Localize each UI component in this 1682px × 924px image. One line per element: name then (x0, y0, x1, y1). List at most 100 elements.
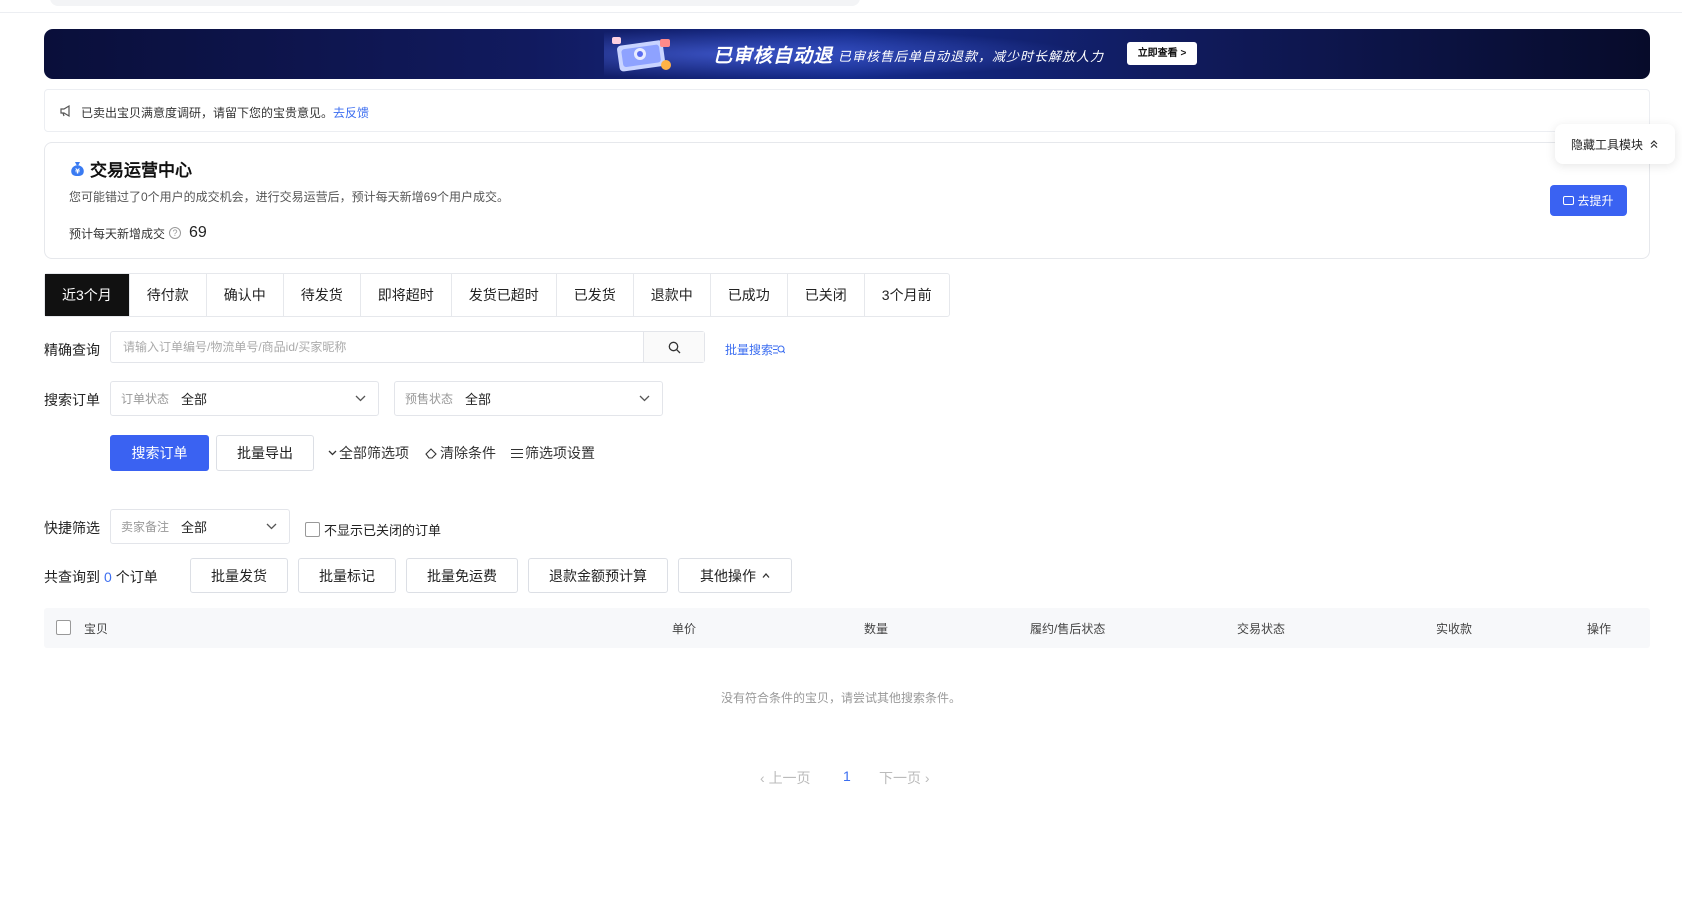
banner-cta-button[interactable]: 立即查看 > (1127, 42, 1197, 65)
hide-tool-label: 隐藏工具模块 (1570, 137, 1643, 152)
hide-tool-module-button[interactable]: 隐藏工具模块 (1555, 124, 1675, 164)
empty-state-message: 没有符合条件的宝贝，请尝试其他搜索条件。 (720, 691, 961, 705)
next-page-button[interactable]: 下一页 › (879, 768, 930, 788)
improve-button-label: 去提升 (1577, 194, 1614, 208)
order-tabs: 近3个月 待付款 确认中 待发货 即将超时 发货已超时 已发货 退款中 已成功 … (44, 273, 950, 317)
menu-lines-icon (511, 448, 523, 458)
col-received-amount: 实收款 (1436, 622, 1473, 636)
next-page-label: 下一页 (879, 770, 921, 786)
eraser-icon (425, 448, 437, 459)
seller-note-select[interactable]: 卖家备注 全部 (110, 509, 290, 544)
order-status-key: 订单状态 (121, 392, 170, 406)
top-bar (0, 0, 1682, 13)
banner-title: 已审核自动退 (713, 46, 834, 67)
bulk-mark-button[interactable]: 批量标记 (298, 558, 396, 593)
tab-refunding[interactable]: 退款中 (634, 274, 711, 316)
col-unit-price: 单价 (672, 622, 697, 636)
notice-text: 已卖出宝贝满意度调研，请留下您的宝贵意见。去反馈 (81, 104, 369, 121)
page-number[interactable]: 1 (843, 768, 851, 784)
result-count: 0 (104, 569, 112, 585)
tab-pending-shipment[interactable]: 待发货 (284, 274, 361, 316)
tab-shipped[interactable]: 已发货 (557, 274, 634, 316)
tab-shipment-overdue[interactable]: 发货已超时 (452, 274, 557, 316)
survey-notice: 已卖出宝贝满意度调研，请留下您的宝贵意见。去反馈 (44, 89, 1650, 132)
result-summary: 共查询到 0 个订单 (44, 567, 158, 587)
all-filters-toggle[interactable]: 全部筛选项 (328, 443, 409, 463)
tab-recent-3-months[interactable]: 近3个月 (45, 274, 130, 316)
bulk-export-button[interactable]: 批量导出 (216, 435, 314, 471)
col-fulfillment-status: 履约/售后状态 (1030, 622, 1106, 636)
tab-about-to-timeout[interactable]: 即将超时 (361, 274, 452, 316)
precise-query-label: 精确查询 (44, 342, 100, 358)
col-actions: 操作 (1587, 622, 1612, 636)
result-prefix: 共查询到 (44, 569, 100, 585)
chevron-down-icon (355, 395, 366, 402)
prev-page-label: 上一页 (768, 770, 811, 786)
tab-older-than-3-months[interactable]: 3个月前 (865, 274, 949, 316)
tab-pending-payment[interactable]: 待付款 (130, 274, 207, 316)
search-orders-button[interactable]: 搜索订单 (110, 435, 209, 471)
chevron-down-icon (639, 395, 650, 402)
ops-center-desc: 您可能错过了0个用户的成交机会，进行交易运营后，预计每天新增69个用户成交。 (69, 190, 510, 204)
metric-label: 预计每天新增成交 (69, 226, 166, 241)
chevron-down-icon (266, 523, 277, 530)
clear-conditions-label: 清除条件 (440, 445, 496, 461)
other-operations-button[interactable]: 其他操作 (678, 558, 792, 593)
ops-center-title: ¥ 交易运营中心 (69, 156, 192, 181)
tab-closed[interactable]: 已关闭 (788, 274, 865, 316)
col-item: 宝贝 (84, 622, 109, 636)
quick-filter-label: 快捷筛选 (44, 520, 100, 536)
precise-search-input[interactable] (111, 332, 643, 362)
help-icon[interactable]: ? (169, 227, 182, 239)
batch-search-link[interactable]: 批量搜索 (725, 341, 786, 358)
svg-text:¥: ¥ (75, 168, 80, 176)
ops-center-metric: 预计每天新增成交 ? 69 (69, 224, 207, 242)
promo-banner[interactable]: 已审核自动退 已审核售后单自动退款，减少时长解放人力 立即查看 > (44, 29, 1650, 79)
presale-status-select[interactable]: 预售状态 全部 (394, 381, 663, 416)
result-suffix: 个订单 (115, 569, 158, 585)
chevron-down-icon (328, 450, 337, 456)
presale-status-value: 全部 (465, 392, 492, 407)
hide-closed-checkbox[interactable] (305, 522, 320, 537)
prev-page-button[interactable]: ‹ 上一页 (760, 768, 811, 788)
megaphone-icon (60, 104, 70, 118)
chat-icon (1563, 196, 1575, 205)
seller-note-value: 全部 (181, 520, 208, 535)
ops-center-title-text: 交易运营中心 (90, 161, 192, 180)
tab-confirming[interactable]: 确认中 (207, 274, 284, 316)
other-operations-label: 其他操作 (700, 567, 756, 584)
notice-message: 已卖出宝贝满意度调研，请留下您的宝贵意见。 (81, 106, 334, 120)
feedback-link[interactable]: 去反馈 (333, 106, 369, 120)
seller-note-key: 卖家备注 (121, 520, 170, 534)
refund-estimate-button[interactable]: 退款金额预计算 (528, 558, 668, 593)
col-trade-status: 交易状态 (1237, 622, 1286, 636)
search-button[interactable] (643, 332, 704, 362)
bulk-free-shipping-button[interactable]: 批量免运费 (406, 558, 518, 593)
batch-search-label: 批量搜索 (725, 343, 774, 357)
banner-subtitle: 已审核售后单自动退款，减少时长解放人力 (838, 49, 1105, 64)
col-quantity: 数量 (864, 622, 889, 636)
order-status-value: 全部 (181, 392, 208, 407)
banner-illustration-icon (612, 37, 671, 72)
top-search-pill[interactable] (50, 0, 860, 6)
metric-value: 69 (189, 224, 207, 241)
list-search-icon (773, 345, 786, 354)
money-bag-icon: ¥ (71, 162, 84, 176)
bulk-ship-button[interactable]: 批量发货 (190, 558, 288, 593)
search-orders-label: 搜索订单 (44, 392, 100, 408)
filter-settings-button[interactable]: 筛选项设置 (511, 443, 595, 463)
presale-status-key: 预售状态 (405, 392, 454, 406)
search-icon (668, 341, 680, 353)
improve-button[interactable]: 去提升 (1550, 185, 1627, 216)
select-all-checkbox[interactable] (56, 620, 71, 635)
tab-succeeded[interactable]: 已成功 (711, 274, 788, 316)
filter-settings-label: 筛选项设置 (525, 445, 595, 461)
ops-center-card: ¥ 交易运营中心 您可能错过了0个用户的成交机会，进行交易运营后，预计每天新增6… (44, 142, 1650, 259)
hide-closed-label: 不显示已关闭的订单 (324, 523, 442, 538)
order-table-header: 宝贝 单价 数量 履约/售后状态 交易状态 实收款 操作 (44, 608, 1650, 648)
chevron-up-icon (762, 573, 770, 578)
order-status-select[interactable]: 订单状态 全部 (110, 381, 379, 416)
hide-closed-option[interactable]: 不显示已关闭的订单 (305, 520, 441, 539)
all-filters-label: 全部筛选项 (339, 445, 409, 461)
clear-conditions-button[interactable]: 清除条件 (425, 443, 496, 463)
